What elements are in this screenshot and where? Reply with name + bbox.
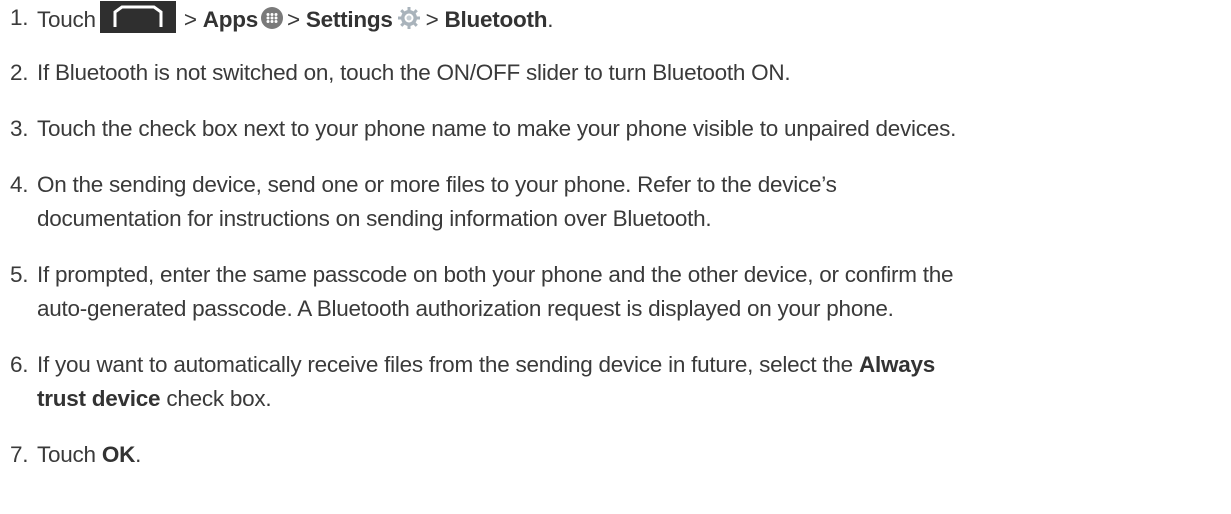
step-text: If prompted, enter the same passcode on … (37, 262, 954, 321)
separator: > (183, 7, 197, 32)
step-text: On the sending device, send one or more … (37, 172, 837, 231)
bluetooth-label: Bluetooth (444, 7, 548, 32)
always-trust-label: trust device (37, 386, 161, 411)
apps-icon (260, 7, 283, 29)
step-text: If you want to automatically receive fil… (37, 352, 935, 411)
home-button-icon (99, 1, 176, 33)
separator: > (286, 7, 300, 32)
step-text: Touch > Apps > Settings > Bluetooth. (37, 1, 1231, 37)
step-text: Touch the check box next to your phone n… (37, 116, 957, 141)
apps-label: Apps (202, 7, 259, 32)
ok-label: OK (101, 442, 136, 467)
step-text: If Bluetooth is not switched on, touch t… (37, 60, 791, 85)
touch-text: Touch (37, 7, 96, 32)
settings-gear-icon (397, 7, 420, 29)
separator: > (425, 7, 439, 32)
always-trust-label: Always (858, 352, 935, 377)
settings-label: Settings (305, 7, 393, 32)
step-text: Touch OK. (37, 442, 142, 467)
